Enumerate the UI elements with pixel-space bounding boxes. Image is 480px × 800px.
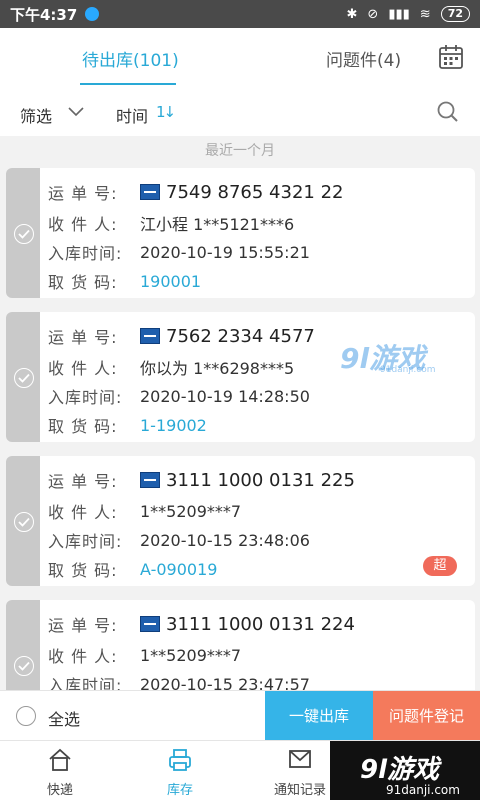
watermark-banner-logo: 9l游戏 (360, 755, 440, 785)
card-select-strip[interactable] (6, 168, 40, 298)
filter-button[interactable]: 筛选 (20, 103, 52, 127)
select-all-label[interactable]: 全选 (48, 706, 80, 730)
checkmark-icon[interactable] (14, 224, 34, 244)
waybill-label: 运 单 号: (48, 184, 118, 203)
recipient-row: 收 件 人: 你以为 1**6298***5 (48, 355, 294, 379)
inbound-time-row: 入库时间: 2020-10-19 14:28:50 (48, 384, 310, 408)
package-card[interactable]: 运 单 号: 3111 1000 0131 225 收 件 人: 1**5209… (6, 456, 475, 586)
tab-pending-outbound[interactable]: 待出库(101) (82, 46, 179, 71)
courier-logo-icon (140, 472, 160, 488)
package-card[interactable]: 运 单 号: 7549 8765 4321 22 收 件 人: 江小程 1**5… (6, 168, 475, 298)
inbound-time-value: 2020-10-19 15:55:21 (140, 242, 310, 262)
pickup-code-row: 取 货 码: A-090019 (48, 557, 217, 581)
checkmark-icon[interactable] (14, 368, 34, 388)
waybill-row: 运 单 号: 7562 2334 4577 (48, 324, 315, 348)
mail-icon (289, 750, 311, 768)
recipient-label: 收 件 人: (48, 215, 118, 234)
recipient-value: 江小程 1**5121***6 (140, 215, 295, 234)
inbound-time-value: 2020-10-15 23:48:06 (140, 530, 310, 550)
pickup-code-row: 取 货 码: 1-19002 (48, 413, 207, 437)
mute-icon: ⊘ (367, 6, 379, 22)
wifi-icon: ≋ (419, 6, 431, 22)
recipient-value: 你以为 1**6298***5 (140, 359, 295, 378)
pickup-code-value: A-090019 (140, 559, 218, 579)
recipient-label: 收 件 人: (48, 503, 118, 522)
inbound-time-label: 入库时间: (48, 388, 123, 407)
courier-logo-icon (140, 616, 160, 632)
nav-inventory-label: 库存 (166, 783, 193, 798)
nav-express-label: 快递 (46, 783, 73, 798)
status-icons: ✱ ⊘ ▮▮▮ ≋ 72 (346, 6, 470, 22)
tracking-number: 3111 1000 0131 224 (166, 613, 355, 635)
package-card[interactable]: 运 单 号: 7562 2334 4577 收 件 人: 你以为 1**6298… (6, 312, 475, 442)
inbound-time-label: 入库时间: (48, 532, 123, 551)
select-all-radio[interactable] (16, 706, 36, 726)
home-icon (49, 748, 71, 771)
tracking-number: 7549 8765 4321 22 (166, 181, 344, 203)
sort-time-button[interactable]: 时间 (116, 103, 148, 127)
overdue-badge: 超 (423, 556, 457, 576)
recipient-label: 收 件 人: (48, 359, 118, 378)
waybill-label: 运 单 号: (48, 328, 118, 347)
recipient-value: 1**5209***7 (140, 645, 242, 665)
recipient-label: 收 件 人: (48, 647, 118, 666)
pickup-code-label: 取 货 码: (48, 273, 118, 292)
recipient-row: 收 件 人: 江小程 1**5121***6 (48, 211, 294, 235)
waybill-label: 运 单 号: (48, 472, 118, 491)
recipient-value: 1**5209***7 (140, 501, 242, 521)
card-select-strip[interactable] (6, 456, 40, 586)
inbound-time-row: 入库时间: 2020-10-15 23:48:06 (48, 528, 310, 552)
recipient-row: 收 件 人: 1**5209***7 (48, 643, 241, 667)
signal-icon: ▮▮▮ (388, 6, 410, 22)
watermark-banner: 9l游戏 91danji.com (330, 741, 480, 800)
inbound-time-row: 入库时间: 2020-10-19 15:55:21 (48, 240, 310, 264)
top-tabs: 待出库(101) 问题件(4) (0, 28, 480, 88)
waybill-row: 运 单 号: 7549 8765 4321 22 (48, 180, 344, 204)
nav-inventory[interactable]: 库存 (130, 741, 230, 800)
courier-logo-icon (140, 328, 160, 344)
pickup-code-row: 取 货 码: 190001 (48, 269, 201, 293)
status-bar: 下午4:37 ✱ ⊘ ▮▮▮ ≋ 72 (0, 0, 480, 28)
pickup-code-value: 190001 (140, 271, 202, 291)
inbound-time-value: 2020-10-19 14:28:50 (140, 386, 310, 406)
recipient-row: 收 件 人: 1**5209***7 (48, 499, 241, 523)
chevron-down-icon[interactable] (68, 107, 84, 117)
tracking-number: 7562 2334 4577 (166, 325, 315, 347)
waybill-label: 运 单 号: (48, 616, 118, 635)
battery-icon: 72 (440, 6, 470, 22)
pickup-code-label: 取 货 码: (48, 561, 118, 580)
watermark-url: 91danji.com (380, 365, 436, 375)
sort-order-icon[interactable]: 1↓ (156, 103, 176, 121)
filter-row: 筛选 时间 1↓ (0, 88, 480, 136)
tab-problem-parcels[interactable]: 问题件(4) (326, 46, 401, 71)
status-time: 下午4:37 (10, 5, 78, 24)
bottom-nav: 快递 库存 通知记录 9l游戏 91danji.com (0, 740, 480, 800)
active-tab-underline (80, 83, 176, 85)
waybill-row: 运 单 号: 3111 1000 0131 224 (48, 612, 355, 636)
action-bar: 全选 一键出库 问题件登记 (0, 690, 480, 741)
checkmark-icon[interactable] (14, 656, 34, 676)
pickup-code-value: 1-19002 (140, 415, 207, 435)
card-select-strip[interactable] (6, 312, 40, 442)
tracking-number: 3111 1000 0131 225 (166, 469, 355, 491)
waybill-row: 运 单 号: 3111 1000 0131 225 (48, 468, 355, 492)
problem-register-button[interactable]: 问题件登记 (373, 691, 480, 741)
calendar-icon[interactable] (438, 44, 464, 70)
search-icon[interactable] (436, 100, 460, 124)
batch-checkout-button[interactable]: 一键出库 (265, 691, 373, 741)
checkmark-icon[interactable] (14, 512, 34, 532)
section-header: 最近一个月 (205, 143, 275, 159)
pickup-code-label: 取 货 码: (48, 417, 118, 436)
nav-express[interactable]: 快递 (10, 741, 110, 800)
inbound-time-label: 入库时间: (48, 244, 123, 263)
notification-dot-icon (85, 7, 100, 21)
bluetooth-icon: ✱ (346, 6, 358, 22)
watermark-banner-url: 91danji.com (386, 783, 460, 797)
courier-logo-icon (140, 184, 160, 200)
printer-icon (169, 749, 191, 771)
